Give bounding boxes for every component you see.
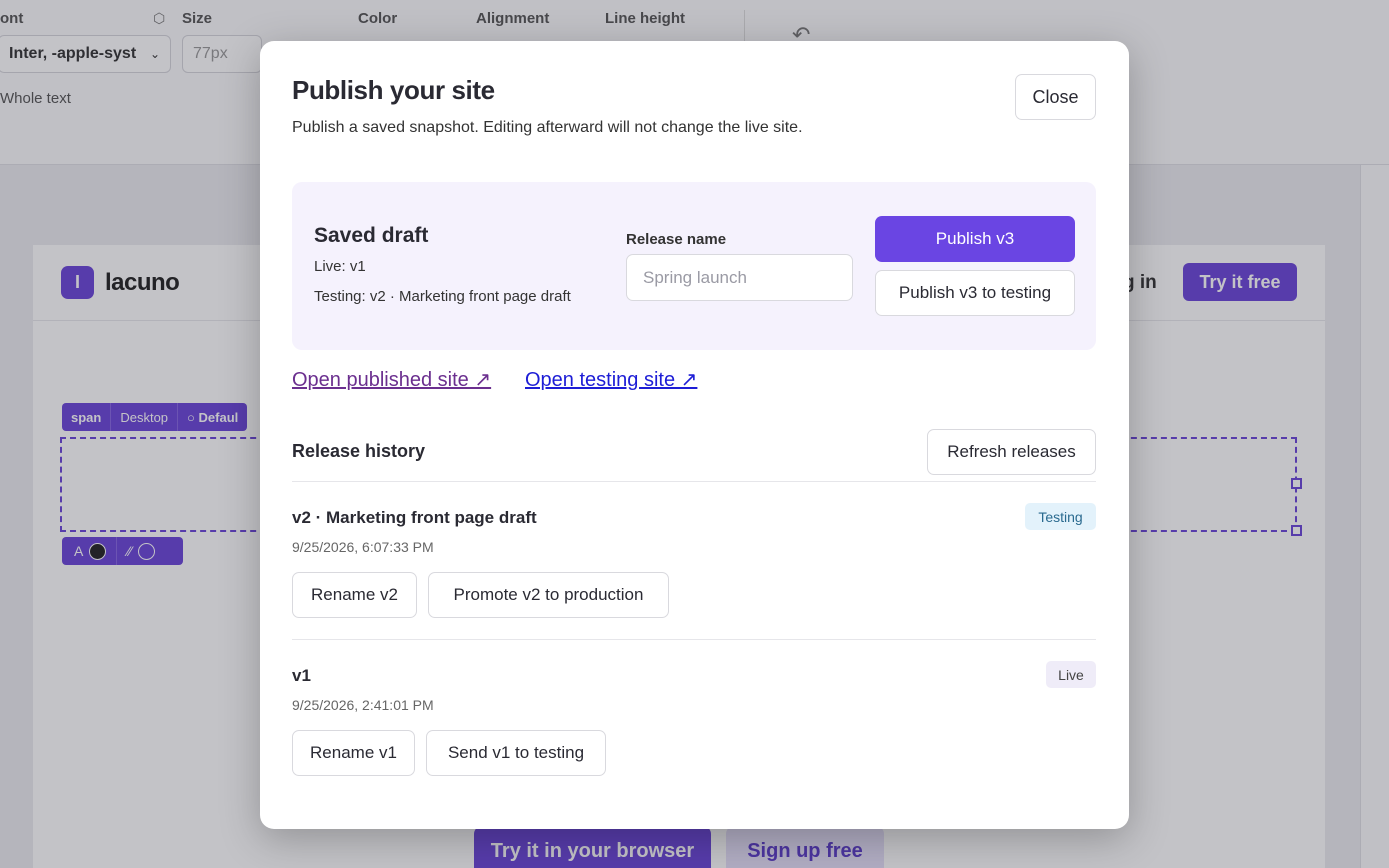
release-name-label: Release name (626, 231, 727, 248)
draft-live-status: Live: v1 (314, 258, 366, 275)
close-button[interactable]: Close (1015, 74, 1096, 120)
release-name-input[interactable] (626, 254, 853, 301)
promote-v2-button[interactable]: Promote v2 to production (428, 572, 669, 618)
release-history-title: Release history (292, 441, 426, 461)
divider (292, 481, 1096, 482)
send-v1-to-testing-button[interactable]: Send v1 to testing (426, 730, 606, 776)
open-testing-site-link[interactable]: Open testing site ↗ (525, 367, 697, 392)
divider (292, 639, 1096, 640)
publish-button[interactable]: Publish v3 (875, 216, 1075, 262)
release-name: v2 · Marketing front page draft (292, 508, 537, 527)
status-badge-testing: Testing (1025, 503, 1096, 530)
rename-v2-button[interactable]: Rename v2 (292, 572, 417, 618)
publish-dialog: Publish your site Publish a saved snapsh… (260, 41, 1129, 829)
release-date: 9/25/2026, 6:07:33 PM (292, 539, 434, 555)
draft-testing-status: Testing: v2 · Marketing front page draft (314, 288, 571, 305)
release-date: 9/25/2026, 2:41:01 PM (292, 697, 434, 713)
status-badge-live: Live (1046, 661, 1096, 688)
dialog-title: Publish your site (292, 75, 495, 105)
dialog-subtitle: Publish a saved snapshot. Editing afterw… (292, 119, 803, 136)
draft-title: Saved draft (314, 224, 429, 247)
refresh-releases-button[interactable]: Refresh releases (927, 429, 1096, 475)
rename-v1-button[interactable]: Rename v1 (292, 730, 415, 776)
publish-to-testing-button[interactable]: Publish v3 to testing (875, 270, 1075, 316)
release-name: v1 (292, 666, 311, 685)
open-published-site-link[interactable]: Open published site ↗ (292, 367, 491, 392)
saved-draft-card: Saved draft Live: v1 Testing: v2 · Marke… (292, 182, 1096, 350)
